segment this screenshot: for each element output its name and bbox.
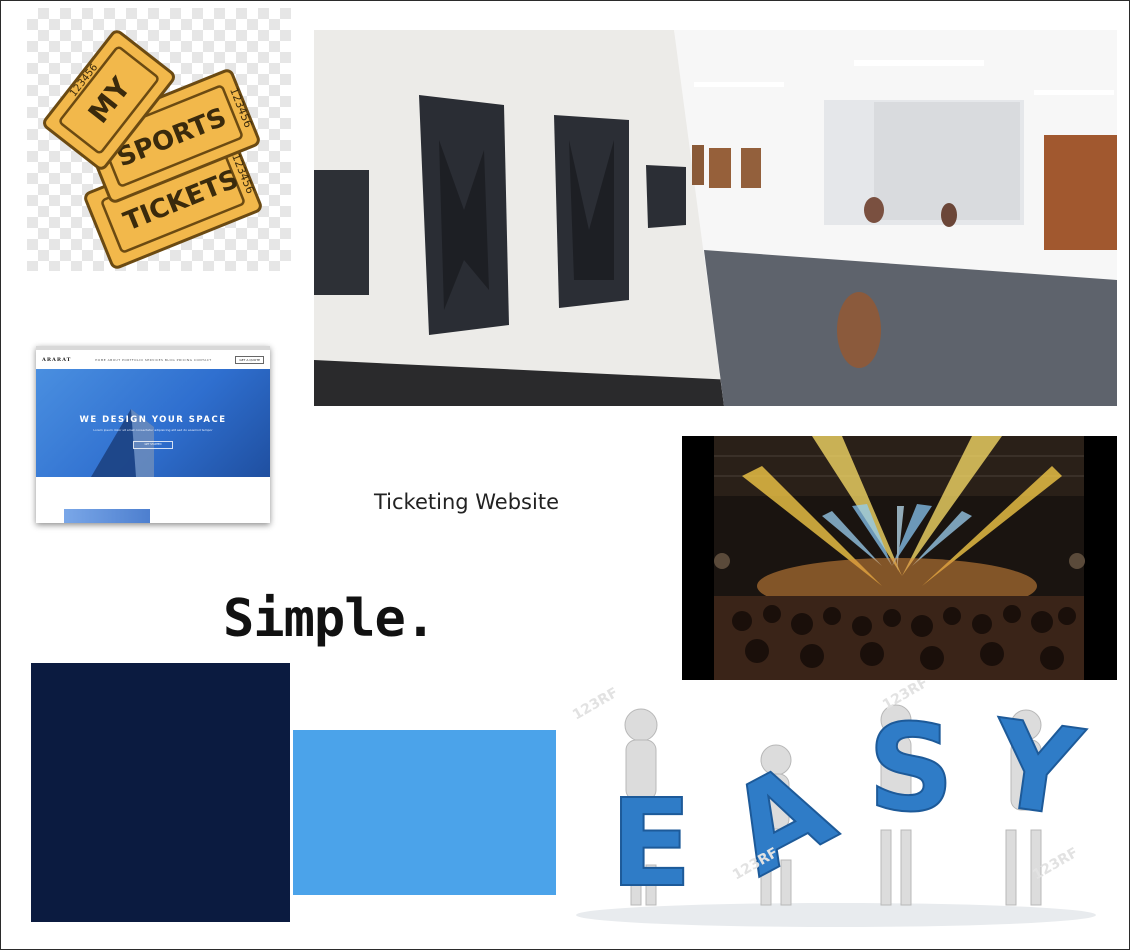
simple-heading: Simple. <box>223 589 436 649</box>
art-gallery-photo <box>314 30 1117 406</box>
light-blue-color-swatch <box>293 730 560 895</box>
site-nav-links: HOME ABOUT PORTFOLIO SERVICES BLOG PRICI… <box>95 357 212 362</box>
sports-tickets-image: TICKETS 123456 SPORTS 123456 MY 123456 <box>27 8 291 271</box>
site-logo: ARARAT <box>42 356 72 363</box>
moodboard-canvas: TICKETS 123456 SPORTS 123456 MY 123456 A… <box>0 0 1130 950</box>
concert-photo <box>682 436 1117 681</box>
easy-letter-s: S <box>868 700 954 839</box>
gallery-graphic <box>314 30 1117 406</box>
ticketing-website-caption: Ticketing Website <box>374 490 559 514</box>
content-card <box>64 509 150 523</box>
site-hero: WE DESIGN YOUR SPACE Lorem ipsum dolor s… <box>36 369 270 477</box>
easy-graphic: E A S Y 123RF 123RF 123RF 123RF <box>556 680 1117 932</box>
hero-subtitle: Lorem ipsum dolor sit amet consectetur a… <box>93 428 213 432</box>
easy-figures-image: E A S Y 123RF 123RF 123RF 123RF <box>556 680 1117 932</box>
tickets-graphic: TICKETS 123456 SPORTS 123456 MY 123456 <box>43 30 262 269</box>
hero-button: GET STARTED <box>133 441 173 449</box>
website-screenshot: ARARAT HOME ABOUT PORTFOLIO SERVICES BLO… <box>36 346 270 523</box>
site-nav: ARARAT HOME ABOUT PORTFOLIO SERVICES BLO… <box>36 350 270 369</box>
hero-title: WE DESIGN YOUR SPACE <box>79 415 227 425</box>
concert-graphic <box>682 436 1117 681</box>
site-cta-button: GET A QUOTE <box>235 355 264 364</box>
easy-letter-e: E <box>610 775 692 914</box>
navy-color-swatch <box>31 663 290 922</box>
site-content <box>36 477 270 523</box>
